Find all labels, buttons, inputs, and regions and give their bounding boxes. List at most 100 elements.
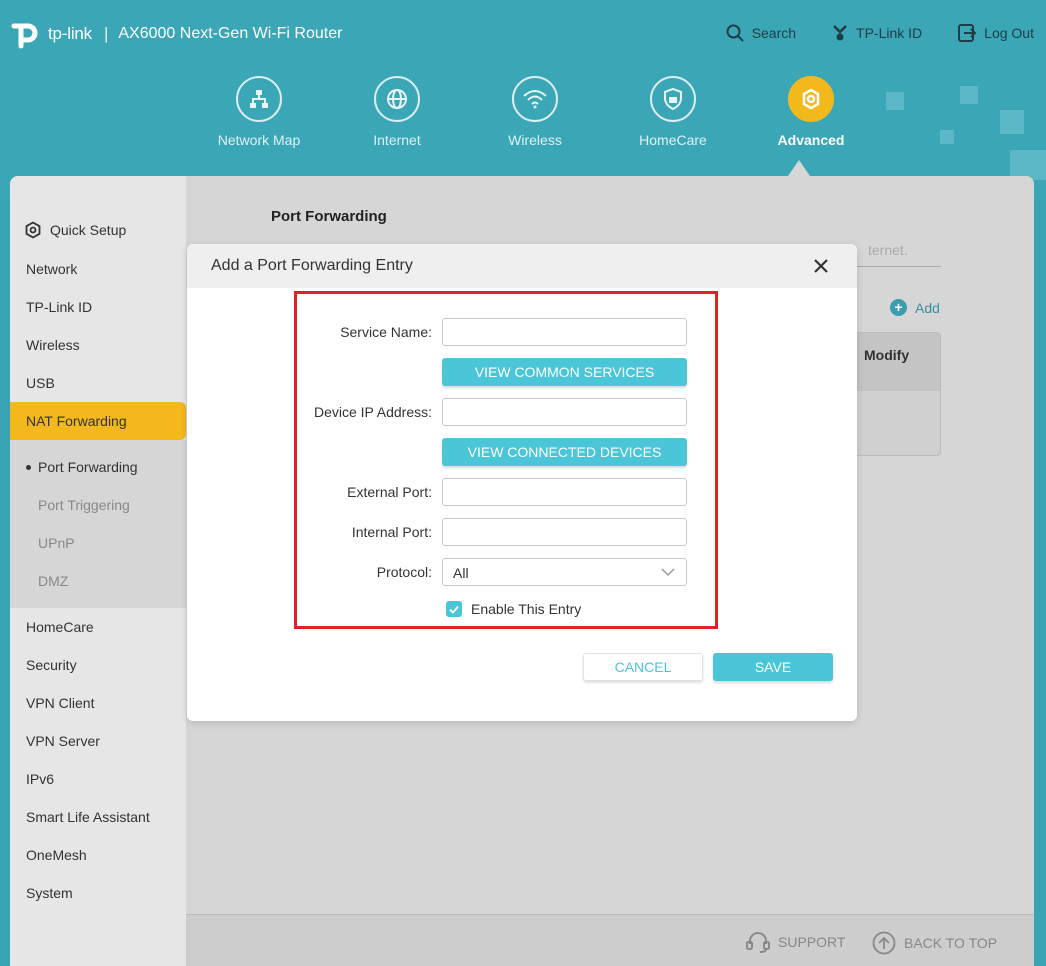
nav-network-map[interactable]: Network Map [190, 76, 328, 148]
add-button[interactable]: + Add [890, 299, 940, 316]
description-fragment: ternet. [868, 242, 908, 258]
subitem-port-forwarding[interactable]: Port Forwarding [38, 459, 138, 475]
sidebar-item-label: Quick Setup [50, 222, 127, 238]
headset-icon [746, 932, 770, 953]
decor-block [940, 130, 954, 144]
nav-label: HomeCare [639, 132, 707, 148]
internal-port-input[interactable] [442, 518, 687, 546]
top-links: Search TP-Link ID Log Out [690, 24, 1034, 42]
gear-icon [788, 76, 834, 122]
product-title: AX6000 Next-Gen Wi-Fi Router [118, 25, 343, 42]
sidebar-item-label: VPN Server [26, 733, 100, 749]
table-header-modify: Modify [857, 333, 940, 391]
quick-setup-icon [25, 221, 41, 239]
nav-label: Wireless [508, 132, 562, 148]
tplink-logo-icon [11, 23, 38, 49]
internal-port-label: Internal Port: [351, 524, 432, 540]
sidebar-item-smart-life-assistant[interactable]: Smart Life Assistant [26, 809, 150, 825]
sidebar-item-label: System [26, 885, 73, 901]
current-bullet [26, 465, 31, 470]
sidebar-item-nat-forwarding[interactable]: NAT Forwarding [26, 413, 127, 429]
network-map-icon [236, 76, 282, 122]
service-name-input[interactable] [442, 318, 687, 346]
sidebar-item-label: HomeCare [26, 619, 94, 635]
sidebar-item-usb[interactable]: USB [26, 375, 55, 391]
enable-entry-checkbox-row[interactable]: Enable This Entry [446, 601, 581, 617]
decor-block [960, 86, 978, 104]
chevron-down-icon [661, 568, 675, 577]
nav-label: Advanced [777, 132, 845, 148]
protocol-select[interactable]: All [442, 558, 687, 586]
user-badge-icon [833, 25, 847, 41]
external-port-input[interactable] [442, 478, 687, 506]
device-ip-input[interactable] [442, 398, 687, 426]
nav-homecare[interactable]: HomeCare [604, 76, 742, 148]
sidebar-item-label: OneMesh [26, 847, 87, 863]
sidebar-item-label: Network [26, 261, 78, 277]
brand: tp-link | AX6000 Next-Gen Wi-Fi Router [10, 16, 342, 52]
checkbox-checked[interactable] [446, 601, 462, 617]
sidebar-item-label: Wireless [26, 337, 80, 353]
sidebar-item-ipv6[interactable]: IPv6 [26, 771, 54, 787]
sidebar-item-label: USB [26, 375, 55, 391]
subitem-port-triggering[interactable]: Port Triggering [38, 497, 130, 513]
arrow-up-circle-icon [872, 931, 896, 955]
nav-label: Network Map [217, 132, 301, 148]
cancel-button[interactable]: CANCEL [583, 653, 703, 681]
sidebar-item-homecare[interactable]: HomeCare [26, 619, 94, 635]
nav-wireless[interactable]: Wireless [466, 76, 604, 148]
active-nav-pointer [788, 160, 810, 176]
dialog-header: Add a Port Forwarding Entry [187, 244, 857, 288]
subitem-dmz[interactable]: DMZ [38, 573, 68, 589]
shield-icon [650, 76, 696, 122]
search-link[interactable]: Search [726, 24, 796, 42]
save-button[interactable]: SAVE [713, 653, 833, 681]
service-name-label: Service Name: [340, 324, 432, 340]
enable-entry-label: Enable This Entry [471, 601, 582, 617]
sidebar-item-network[interactable]: Network [26, 261, 77, 277]
entries-table: Modify [856, 332, 941, 456]
sidebar-item-security[interactable]: Security [26, 657, 77, 673]
sidebar-item-onemesh[interactable]: OneMesh [26, 847, 87, 863]
footer: SUPPORT BACK TO TOP [186, 914, 1034, 966]
back-to-top-link[interactable]: BACK TO TOP [872, 931, 997, 955]
sidebar-item-label: Smart Life Assistant [26, 809, 150, 825]
nav-advanced[interactable]: Advanced [742, 76, 880, 148]
protocol-value: All [453, 565, 469, 581]
device-ip-label: Device IP Address: [313, 404, 432, 420]
plus-icon: + [890, 299, 907, 316]
tplink-id-link[interactable]: TP-Link ID [832, 24, 922, 42]
sidebar-item-vpn-server[interactable]: VPN Server [26, 733, 100, 749]
sidebar-item-label: NAT Forwarding [26, 413, 127, 429]
sidebar-item-quick-setup[interactable]: Quick Setup [24, 221, 126, 239]
close-icon[interactable] [811, 256, 831, 276]
brand-separator: | [103, 24, 109, 43]
check-icon [449, 605, 459, 614]
tplink-logo[interactable]: tp-link [10, 16, 92, 52]
sidebar-item-system[interactable]: System [26, 885, 73, 901]
sidebar-item-label: Security [26, 657, 77, 673]
search-icon [726, 24, 744, 42]
sidebar-item-tplink-id[interactable]: TP-Link ID [26, 299, 92, 315]
sidebar-item-vpn-client[interactable]: VPN Client [26, 695, 94, 711]
sidebar-item-wireless[interactable]: Wireless [26, 337, 80, 353]
nav-internet[interactable]: Internet [328, 76, 466, 148]
decor-block [886, 92, 904, 110]
subitem-upnp[interactable]: UPnP [38, 535, 75, 551]
wifi-icon [512, 76, 558, 122]
divider [856, 266, 941, 267]
support-label: SUPPORT [778, 934, 846, 950]
top-header: tp-link | AX6000 Next-Gen Wi-Fi Router S… [0, 0, 1046, 200]
logout-link[interactable]: Log Out [958, 24, 1034, 42]
search-link-label: Search [751, 25, 797, 41]
dialog-title: Add a Port Forwarding Entry [211, 257, 413, 274]
main-nav: Network Map Internet Wireless HomeCare A… [190, 76, 880, 148]
tplink-id-label: TP-Link ID [856, 25, 923, 41]
sidebar-item-label: IPv6 [26, 771, 55, 787]
logout-icon [958, 24, 977, 42]
view-connected-devices-button[interactable]: VIEW CONNECTED DEVICES [442, 438, 687, 466]
support-link[interactable]: SUPPORT [746, 931, 845, 953]
sidebar-item-label: TP-Link ID [26, 299, 93, 315]
nav-label: Internet [373, 132, 421, 148]
view-common-services-button[interactable]: VIEW COMMON SERVICES [442, 358, 687, 386]
